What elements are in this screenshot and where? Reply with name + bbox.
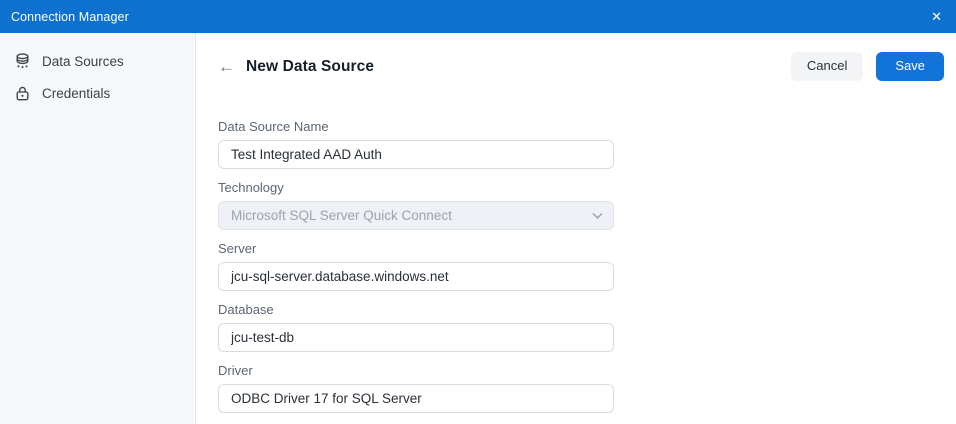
- technology-select-value: [218, 201, 614, 230]
- sidebar-item-credentials[interactable]: Credentials: [0, 77, 195, 109]
- technology-select: [218, 201, 614, 230]
- page-title: New Data Source: [246, 57, 375, 75]
- window-title: Connection Manager: [11, 9, 129, 24]
- field-database: Database: [218, 302, 614, 352]
- server-label: Server: [218, 241, 257, 256]
- save-button[interactable]: Save: [876, 52, 944, 81]
- close-icon[interactable]: ✕: [931, 10, 942, 23]
- new-data-source-form: Data Source Name Technology Server: [218, 119, 614, 413]
- database-icon: [14, 52, 31, 70]
- sidebar-item-label: Data Sources: [42, 53, 124, 69]
- field-technology: Technology: [218, 180, 614, 230]
- data-source-name-input[interactable]: [218, 140, 614, 169]
- app-body: Data Sources Credentials ← New Data Sour…: [0, 33, 956, 424]
- driver-label: Driver: [218, 363, 253, 378]
- window-titlebar: Connection Manager ✕: [0, 0, 956, 33]
- database-input[interactable]: [218, 323, 614, 352]
- header-actions: Cancel Save: [790, 52, 944, 81]
- sidebar-item-data-sources[interactable]: Data Sources: [0, 45, 195, 77]
- sidebar-item-label: Credentials: [42, 85, 111, 101]
- page-header: ← New Data Source Cancel Save: [196, 33, 956, 81]
- driver-input[interactable]: [218, 384, 614, 413]
- server-input[interactable]: [218, 262, 614, 291]
- main-panel: ← New Data Source Cancel Save Data Sourc…: [196, 33, 956, 424]
- back-arrow-icon[interactable]: ←: [218, 58, 235, 75]
- field-driver: Driver: [218, 363, 614, 413]
- field-data-source-name: Data Source Name: [218, 119, 614, 169]
- data-source-name-label: Data Source Name: [218, 119, 329, 134]
- sidebar: Data Sources Credentials: [0, 33, 196, 424]
- lock-icon: [14, 85, 31, 102]
- technology-label: Technology: [218, 180, 284, 195]
- cancel-button[interactable]: Cancel: [790, 52, 864, 81]
- database-label: Database: [218, 302, 274, 317]
- field-server: Server: [218, 241, 614, 291]
